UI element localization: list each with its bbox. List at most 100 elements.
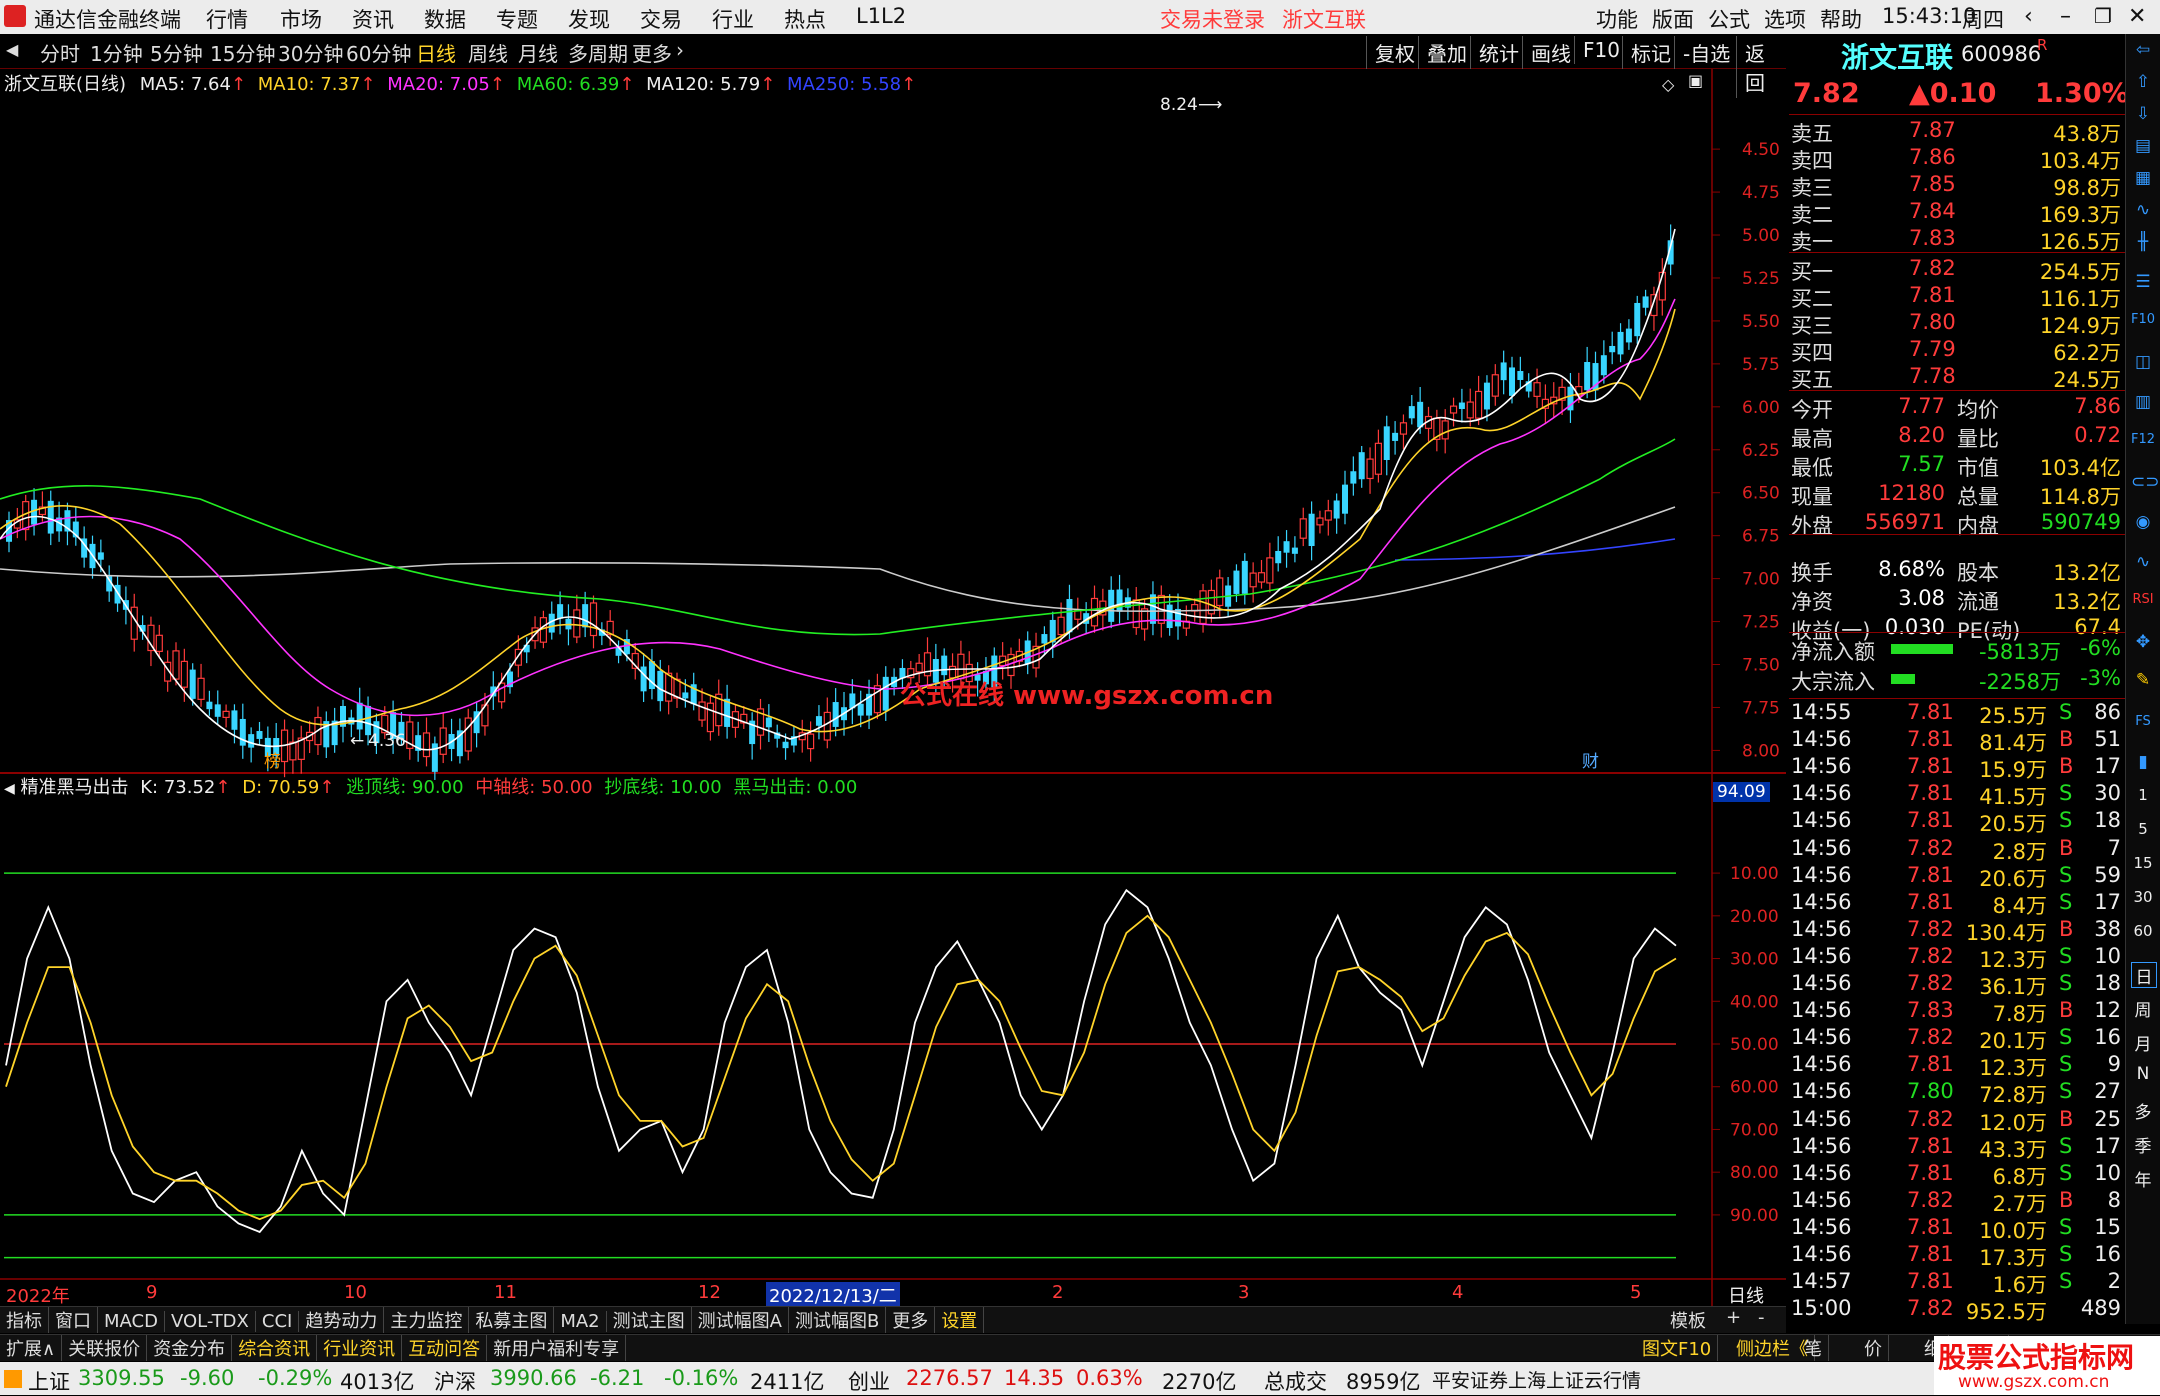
period-week-button[interactable]: 周 — [2131, 996, 2155, 1021]
btn-biaoji[interactable]: 标记 — [1622, 36, 1679, 69]
menu-zhuanti[interactable]: 专题 — [496, 4, 538, 34]
period-1-button[interactable]: 1 — [2131, 786, 2155, 810]
btn-fuquan[interactable]: 复权 — [1366, 36, 1423, 69]
info-tab-expand[interactable]: 扩展∧ — [0, 1335, 63, 1361]
minimize-icon[interactable]: – — [2060, 4, 2071, 29]
tab-remove[interactable]: - — [1752, 1307, 1771, 1328]
grid-icon[interactable]: ▥ — [2131, 392, 2155, 416]
tab-add[interactable]: + — [1720, 1307, 1747, 1328]
back-icon[interactable]: ‹ — [2024, 4, 2033, 29]
info-tab-hangye[interactable]: 行业资讯 — [317, 1335, 403, 1361]
period-fenshi[interactable]: 分时 — [40, 38, 80, 67]
pulse-icon[interactable]: ∿ — [2131, 552, 2155, 576]
period-15min[interactable]: 15分钟 — [210, 38, 275, 67]
period-season-button[interactable]: 季 — [2131, 1132, 2155, 1157]
pen-icon[interactable]: ✎ — [2131, 670, 2155, 694]
menu-shuju[interactable]: 数据 — [424, 4, 466, 34]
info-tab-zijin[interactable]: 资金分布 — [147, 1335, 233, 1361]
tab-ceshi-b[interactable]: 测试幅图B — [789, 1307, 887, 1333]
tab-template[interactable]: 模板 — [1664, 1307, 1712, 1333]
menu-redian[interactable]: 热点 — [784, 4, 826, 34]
info-tab-guanlian[interactable]: 关联报价 — [62, 1335, 148, 1361]
circle-icon[interactable]: ◉ — [2131, 512, 2155, 536]
tab-vol[interactable]: VOL-TDX — [165, 1311, 256, 1332]
tab-zhibiao[interactable]: 指标 — [0, 1307, 49, 1333]
tab-qushi[interactable]: 趋势动力 — [299, 1307, 385, 1333]
period-15-button[interactable]: 15 — [2131, 854, 2155, 878]
info-tab-f10[interactable]: 图文F10 — [1636, 1335, 1719, 1361]
tab-chuangkou[interactable]: 窗口 — [49, 1307, 98, 1333]
btn-huaxian[interactable]: 画线 — [1522, 36, 1579, 69]
menu-gongshi[interactable]: 公式 — [1708, 4, 1750, 34]
menu-zixun[interactable]: 资讯 — [352, 4, 394, 34]
period-monthly[interactable]: 月线 — [518, 38, 558, 67]
book-icon[interactable]: ▤ — [2131, 136, 2155, 160]
tab-macd[interactable]: MACD — [98, 1311, 165, 1332]
period-n-button[interactable]: N — [2131, 1064, 2155, 1088]
candle-icon[interactable]: ▮ — [2131, 752, 2155, 776]
f12-icon[interactable]: F12 — [2131, 432, 2155, 456]
collapse-icon[interactable]: ◀ — [6, 40, 18, 59]
period-5min[interactable]: 5分钟 — [150, 38, 203, 67]
table-icon[interactable]: ▦ — [2131, 168, 2155, 192]
tab-ceshi-main[interactable]: 测试主图 — [607, 1307, 692, 1333]
info-tab-zonghe[interactable]: 综合资讯 — [232, 1335, 318, 1361]
arrow-up-icon[interactable]: ⇧ — [2131, 72, 2155, 96]
btn-f10[interactable]: F10 — [1574, 36, 1628, 64]
close-icon[interactable]: ✕ — [2128, 4, 2146, 29]
rsi-icon[interactable]: RSI — [2131, 592, 2155, 616]
period-weekly[interactable]: 周线 — [468, 38, 508, 67]
menu-bangzhu[interactable]: 帮助 — [1820, 4, 1862, 34]
menu-xuanxiang[interactable]: 选项 — [1764, 4, 1806, 34]
menu-jiaoyi[interactable]: 交易 — [640, 4, 682, 34]
info-tab-bi[interactable]: 笔 — [1798, 1335, 1829, 1361]
btn-zixuan[interactable]: -自选 — [1674, 36, 1738, 69]
info-tab-jia[interactable]: 价 — [1858, 1335, 1889, 1361]
trade-status[interactable]: 交易未登录 — [1160, 4, 1265, 34]
server-name[interactable]: 平安证券上海上证云行情 — [1432, 1366, 1641, 1393]
period-1min[interactable]: 1分钟 — [90, 38, 143, 67]
link-icon[interactable]: ⊂⊃ — [2131, 472, 2160, 496]
kd-indicator-chart[interactable]: 90.00 80.00 70.00 60.00 50.00 40.00 30.00 20.00… — [0, 69, 1786, 1309]
menu-l1l2[interactable]: L1L2 — [856, 4, 906, 28]
period-daily[interactable]: 日线 — [416, 38, 456, 67]
menu-gongneng[interactable]: 功能 — [1596, 4, 1638, 34]
period-year-button[interactable]: 年 — [2131, 1166, 2155, 1191]
tab-simu[interactable]: 私募主图 — [469, 1307, 555, 1333]
period-multi-button[interactable]: 多 — [2131, 1098, 2155, 1123]
period-30min[interactable]: 30分钟 — [278, 38, 343, 67]
line-chart-icon[interactable]: ∿ — [2131, 200, 2155, 224]
tab-zhuli[interactable]: 主力监控 — [384, 1307, 470, 1333]
tab-ma2[interactable]: MA2 — [554, 1311, 607, 1332]
tab-settings[interactable]: 设置 — [935, 1307, 985, 1333]
info-tab-hudong[interactable]: 互动问答 — [402, 1335, 488, 1361]
btn-diejia[interactable]: 叠加 — [1418, 36, 1475, 69]
menu-shichang[interactable]: 市场 — [280, 4, 322, 34]
period-day-button[interactable]: 日 — [2131, 962, 2157, 988]
tab-cci[interactable]: CCI — [256, 1311, 300, 1332]
period-60min[interactable]: 60分钟 — [346, 38, 411, 67]
arrow-down-icon[interactable]: ⇩ — [2131, 104, 2155, 128]
period-30-button[interactable]: 30 — [2131, 888, 2155, 912]
period-more[interactable]: 更多 — [632, 38, 672, 67]
period-multi[interactable]: 多周期 — [568, 38, 628, 67]
menu-hangqing[interactable]: 行情 — [206, 4, 248, 34]
split-icon[interactable]: ◫ — [2131, 352, 2155, 376]
info-tab-fuli[interactable]: 新用户福利专享 — [487, 1335, 627, 1361]
menu-faxian[interactable]: 发现 — [568, 4, 610, 34]
menu-hangye[interactable]: 行业 — [712, 4, 754, 34]
tab-more[interactable]: 更多 — [886, 1307, 936, 1333]
arrow-left-icon[interactable]: ⇦ — [2131, 40, 2155, 64]
menu-banmian[interactable]: 版面 — [1652, 4, 1694, 34]
period-month-button[interactable]: 月 — [2131, 1030, 2155, 1055]
maximize-icon[interactable]: ❐ — [2094, 4, 2112, 28]
kline-icon[interactable]: ╫ — [2131, 232, 2155, 256]
list-icon[interactable]: ☰ — [2131, 272, 2155, 296]
chevron-right-icon[interactable]: › — [676, 38, 684, 62]
fs-icon[interactable]: FS — [2131, 714, 2155, 738]
period-5-button[interactable]: 5 — [2131, 820, 2155, 844]
move-icon[interactable]: ✥ — [2131, 632, 2155, 656]
f10-icon[interactable]: F10 — [2131, 312, 2155, 336]
tab-ceshi-a[interactable]: 测试幅图A — [692, 1307, 789, 1333]
btn-tongji[interactable]: 统计 — [1470, 36, 1527, 69]
